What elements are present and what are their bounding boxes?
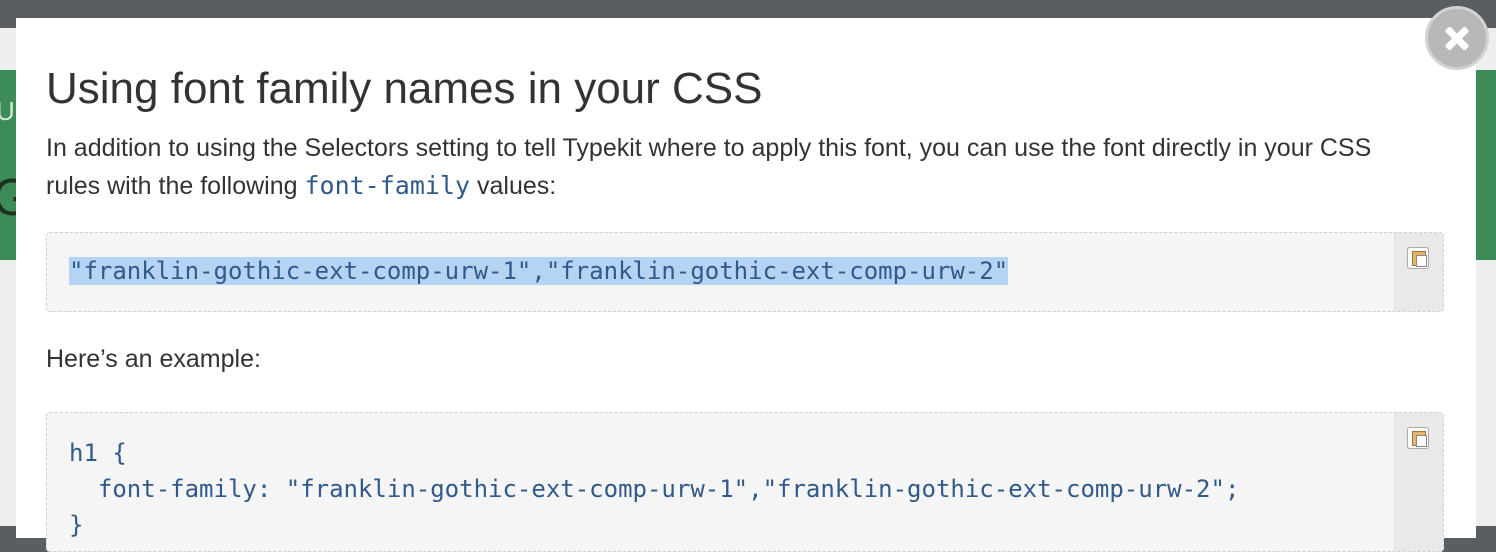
paper-shape (1416, 435, 1427, 447)
example-code-block[interactable]: h1 { font-family: "franklin-gothic-ext-c… (46, 412, 1444, 552)
copy-to-clipboard-icon[interactable] (1407, 247, 1429, 269)
intro-text-start: In addition to using the Selectors setti… (46, 134, 1372, 200)
paper-shape (1416, 255, 1427, 267)
example-code-line-3[interactable]: } (69, 507, 83, 543)
copy-strip (1394, 233, 1443, 311)
font-family-values-code-block[interactable]: "franklin-gothic-ext-comp-urw-1","frankl… (46, 232, 1444, 312)
selected-font-family-values[interactable]: "franklin-gothic-ext-comp-urw-1","frankl… (69, 257, 1009, 285)
example-label: Here’s an example: (46, 345, 261, 373)
copy-strip (1394, 413, 1443, 551)
font-family-modal: Using font family names in your CSS In a… (16, 18, 1476, 552)
modal-title: Using font family names in your CSS (46, 64, 763, 113)
font-family-values-line[interactable]: "franklin-gothic-ext-comp-urw-1","frankl… (69, 253, 1009, 289)
inline-code-font-family: font-family (304, 171, 471, 200)
intro-text-end: values: (470, 172, 557, 200)
intro-paragraph: In addition to using the Selectors setti… (46, 129, 1406, 205)
close-button[interactable] (1425, 6, 1489, 70)
copy-to-clipboard-icon[interactable] (1407, 427, 1429, 449)
example-code-line-1[interactable]: h1 { (69, 435, 127, 471)
background-text-fragment: U (0, 96, 15, 126)
example-code-line-2[interactable]: font-family: "franklin-gothic-ext-comp-u… (69, 471, 1240, 507)
